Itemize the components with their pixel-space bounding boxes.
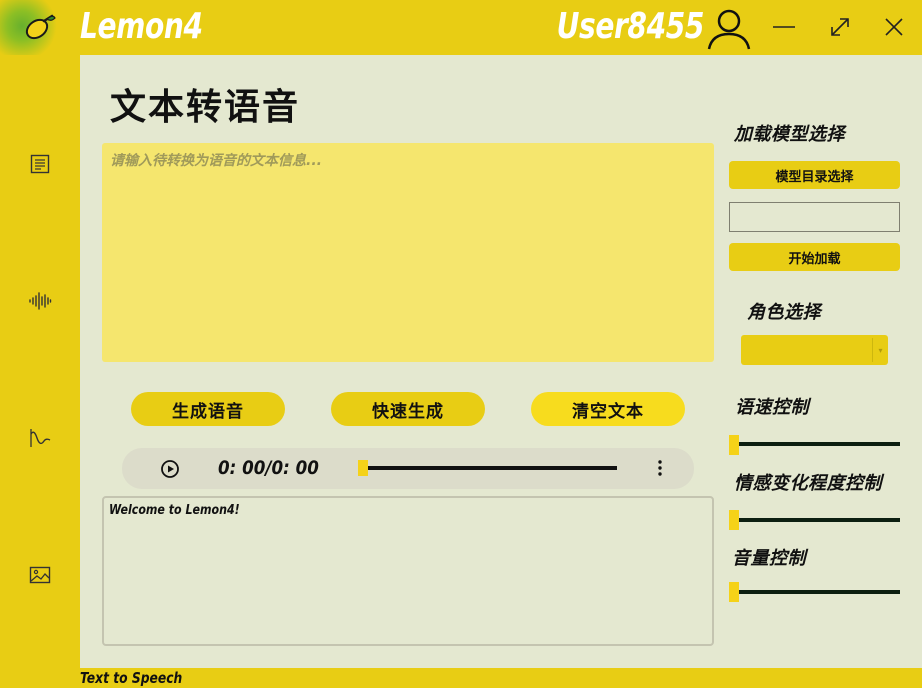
page-title: 文本转语音 <box>110 87 301 128</box>
maximize-icon[interactable] <box>825 12 855 42</box>
audio-time: 0: 00/0: 00 <box>218 457 319 479</box>
status-bar: Text to Speech <box>0 668 922 688</box>
audio-progress-track[interactable] <box>362 466 617 470</box>
model-dir-button[interactable]: 模型目录选择 <box>729 161 900 189</box>
speed-slider-thumb[interactable] <box>729 435 739 455</box>
user-icon[interactable] <box>706 7 752 51</box>
log-text: Welcome to Lemon4! <box>109 503 240 518</box>
volume-slider-thumb[interactable] <box>729 582 739 602</box>
more-options-icon[interactable] <box>654 458 666 478</box>
play-icon[interactable] <box>160 459 180 479</box>
volume-label: 音量控制 <box>732 548 806 569</box>
status-text: Text to Speech <box>80 669 183 687</box>
close-icon[interactable] <box>879 12 909 42</box>
user-name[interactable]: User8455 <box>557 6 705 47</box>
text-input[interactable] <box>102 143 714 362</box>
load-model-label: 加载模型选择 <box>734 124 845 145</box>
app-title: Lemon4 <box>80 6 203 47</box>
speed-slider-track[interactable] <box>734 442 900 446</box>
image-icon[interactable] <box>28 563 52 587</box>
minimize-icon[interactable] <box>769 12 799 42</box>
dropdown-arrow-icon: ▾ <box>872 338 888 362</box>
output-log: Welcome to Lemon4! <box>102 496 714 646</box>
sidebar <box>0 55 80 668</box>
speed-label: 语速控制 <box>735 397 809 418</box>
emotion-label: 情感变化程度控制 <box>734 473 882 494</box>
volume-slider-track[interactable] <box>734 590 900 594</box>
audio-wave-icon[interactable] <box>28 289 52 313</box>
lemon-logo-icon <box>25 14 56 40</box>
title-bar: Lemon4 User8455 <box>0 0 922 55</box>
emotion-slider-thumb[interactable] <box>729 510 739 530</box>
quick-generate-button[interactable]: 快速生成 <box>331 392 485 426</box>
clear-text-button[interactable]: 清空文本 <box>531 392 685 426</box>
main-panel: 文本转语音 生成语音 快速生成 清空文本 0: 00/0: 00 Welcome… <box>80 55 922 668</box>
audio-player: 0: 00/0: 00 <box>122 448 694 489</box>
audio-progress-thumb[interactable] <box>358 460 368 476</box>
start-load-button[interactable]: 开始加载 <box>729 243 900 271</box>
emotion-slider-track[interactable] <box>734 518 900 522</box>
document-icon[interactable] <box>28 152 52 176</box>
logo <box>0 0 62 55</box>
model-path-input[interactable] <box>729 202 900 232</box>
curve-icon[interactable] <box>28 426 52 450</box>
role-select[interactable]: ▾ <box>741 335 888 365</box>
role-label: 角色选择 <box>747 302 821 323</box>
generate-speech-button[interactable]: 生成语音 <box>131 392 285 426</box>
